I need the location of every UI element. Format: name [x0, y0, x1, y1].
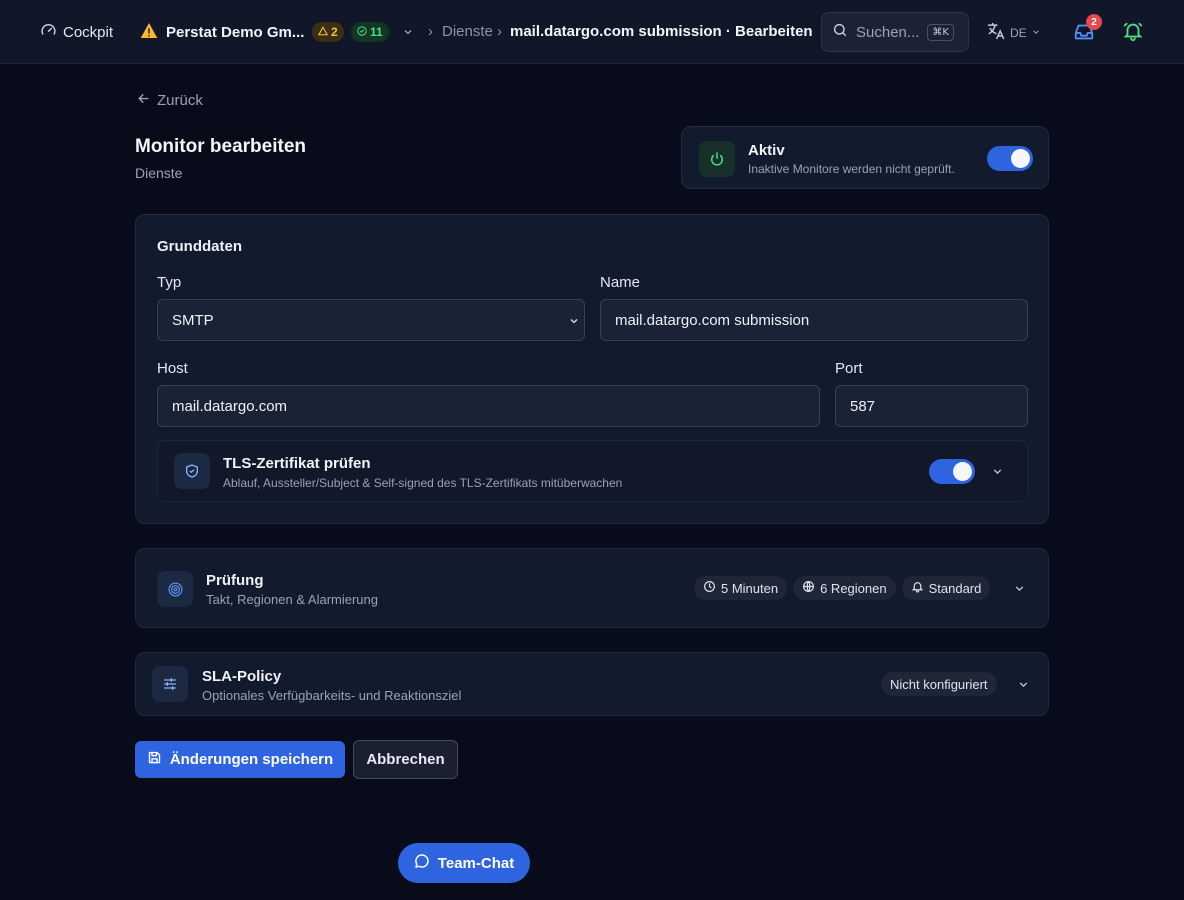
name-input[interactable]: mail.datargo.com submission [600, 299, 1028, 341]
clock-icon [703, 580, 716, 596]
check-circle-icon [357, 25, 367, 39]
sla-status-badge: Nicht konfiguriert [881, 672, 997, 696]
bell-icon [911, 580, 924, 596]
save-button[interactable]: Änderungen speichern [135, 741, 345, 778]
pruefung-description: Takt, Regionen & Alarmierung [206, 592, 378, 607]
fingerprint-icon [157, 571, 193, 607]
language-label: DE [1010, 25, 1027, 40]
toggle-knob [953, 462, 972, 481]
alert-chip: Standard [901, 576, 991, 600]
chevron-down-icon [568, 314, 580, 331]
name-label: Name [600, 274, 641, 291]
search-shortcut: ⌘K [927, 23, 954, 41]
save-label: Änderungen speichern [169, 751, 334, 768]
bell-icon[interactable] [1122, 20, 1144, 47]
gauge-icon [40, 22, 57, 43]
breadcrumb-current: mail.datargo.com submission · Bearbeiten [510, 23, 813, 40]
back-label: Zurück [157, 92, 203, 109]
cockpit-label: Cockpit [63, 24, 114, 41]
grunddaten-card: Grunddaten Typ SMTP Name mail.datargo.co… [135, 214, 1049, 524]
ok-count: 11 [370, 25, 383, 39]
breadcrumb-dienste[interactable]: Dienste [442, 23, 493, 40]
warning-icon [317, 25, 329, 39]
warning-count: 2 [331, 25, 338, 39]
active-card: Aktiv Inaktive Monitore werden nicht gep… [681, 126, 1049, 189]
grunddaten-heading: Grunddaten [157, 238, 242, 255]
tls-expand-chevron-icon[interactable] [991, 465, 1004, 483]
translate-icon [986, 21, 1006, 44]
org-name: Perstat Demo Gm... [166, 24, 305, 41]
save-icon [147, 750, 162, 769]
tls-description: Ablauf, Aussteller/Subject & Self-signed… [223, 476, 623, 490]
sla-expand-chevron-icon[interactable] [1017, 678, 1030, 696]
shield-check-icon [174, 453, 210, 489]
alert-label: Standard [928, 580, 982, 596]
active-description: Inaktive Monitore werden nicht geprüft. [748, 162, 955, 176]
search-placeholder: Suchen... [856, 23, 920, 41]
active-toggle[interactable] [987, 146, 1033, 171]
chevron-down-icon [1031, 26, 1041, 40]
globe-icon [802, 580, 815, 596]
org-chevron-down-icon[interactable] [402, 25, 414, 43]
sla-title: SLA-Policy [202, 668, 282, 685]
page-subtitle: Dienste [135, 165, 183, 181]
breadcrumb-separator-icon: › [428, 23, 433, 40]
pruefung-expand-chevron-icon[interactable] [1013, 582, 1026, 600]
language-switcher[interactable]: DE [986, 21, 1041, 44]
arrow-left-icon [136, 91, 151, 110]
ok-count-badge[interactable]: 11 [351, 22, 389, 42]
sla-description: Optionales Verfügbarkeits- und Reaktions… [202, 688, 462, 703]
team-chat-button[interactable]: Team-Chat [398, 843, 530, 883]
host-label: Host [157, 360, 188, 377]
regions-label: 6 Regionen [820, 580, 887, 596]
typ-label: Typ [157, 274, 182, 291]
port-input[interactable]: 587 [835, 385, 1028, 427]
breadcrumb-separator-icon: › [497, 23, 502, 40]
pruefung-section[interactable]: Prüfung Takt, Regionen & Alarmierung 5 M… [135, 548, 1049, 628]
team-chat-label: Team-Chat [437, 854, 515, 872]
tls-title: TLS-Zertifikat prüfen [223, 455, 371, 472]
sliders-icon [152, 666, 188, 702]
pruefung-chips: 5 Minuten 6 Regionen Standard [694, 576, 991, 600]
search-input[interactable]: Suchen... ⌘K [821, 12, 969, 52]
interval-chip: 5 Minuten [694, 576, 788, 600]
inbox-count-badge: 2 [1086, 14, 1102, 30]
regions-chip: 6 Regionen [793, 576, 896, 600]
interval-label: 5 Minuten [721, 580, 779, 596]
top-bar: Cockpit Perstat Demo Gm... 2 11 › Dienst… [0, 0, 1184, 64]
cockpit-link[interactable]: Cockpit [40, 22, 113, 43]
typ-select[interactable]: SMTP [157, 299, 585, 341]
back-link[interactable]: Zurück [136, 91, 203, 110]
tls-toggle[interactable] [929, 459, 975, 484]
chat-bubble-icon [414, 853, 430, 873]
page-title: Monitor bearbeiten [135, 136, 307, 157]
sla-policy-section[interactable]: SLA-Policy Optionales Verfügbarkeits- un… [135, 652, 1049, 716]
pruefung-title: Prüfung [206, 572, 264, 589]
warning-triangle-icon [140, 22, 158, 43]
active-title: Aktiv [748, 142, 785, 159]
warning-count-badge[interactable]: 2 [312, 22, 344, 42]
power-icon [699, 141, 735, 177]
typ-value: SMTP [172, 311, 214, 329]
host-input[interactable]: mail.datargo.com [157, 385, 820, 427]
search-icon [832, 22, 848, 42]
port-label: Port [835, 360, 863, 377]
toggle-knob [1011, 149, 1030, 168]
org-switcher[interactable]: Perstat Demo Gm... [140, 22, 304, 43]
tls-check-row: TLS-Zertifikat prüfen Ablauf, Aussteller… [157, 440, 1028, 502]
cancel-button[interactable]: Abbrechen [353, 740, 458, 779]
